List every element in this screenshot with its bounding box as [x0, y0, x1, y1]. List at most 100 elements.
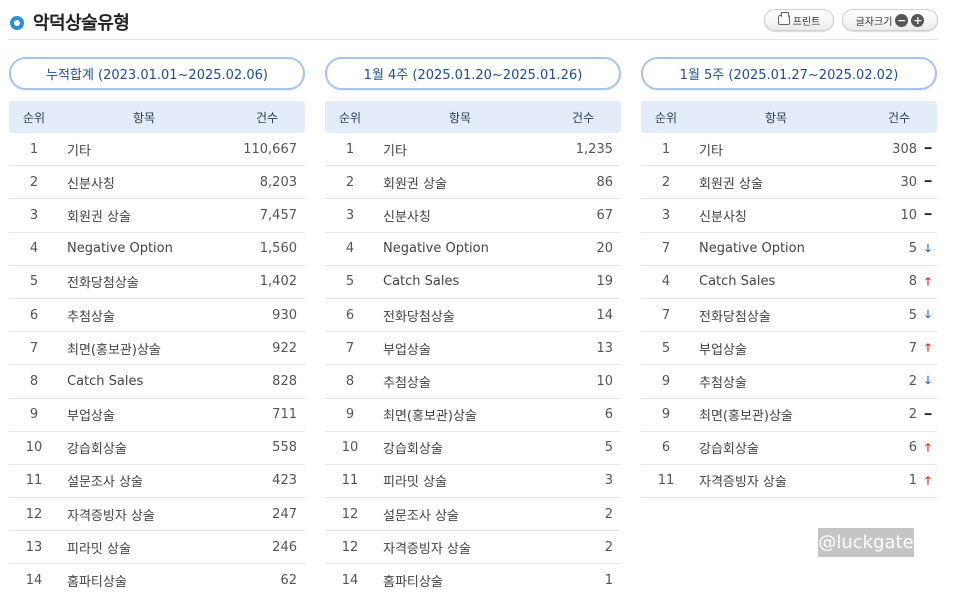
- font-decrease-icon[interactable]: −: [895, 13, 909, 27]
- row-item: Negative Option: [383, 241, 489, 257]
- row-count: 1,235: [575, 141, 613, 157]
- row-item: 신분사칭: [699, 209, 747, 225]
- row-rank: 10: [25, 440, 43, 456]
- trend-down-icon: 🡓: [925, 308, 931, 322]
- row-item: 강습회상술: [383, 442, 443, 458]
- table-row: 3 신분사칭 67: [325, 199, 621, 233]
- row-count: 6: [908, 440, 917, 456]
- row-item: 강습회상술: [699, 442, 759, 458]
- row-rank: 11: [341, 473, 359, 489]
- row-count: 30: [900, 174, 917, 190]
- row-count-cell: 711: [229, 407, 305, 422]
- trend-down-icon: 🡓: [925, 374, 931, 388]
- table-row: 5 부업상술 7 🡑: [641, 332, 937, 366]
- row-item: 전화당첨상술: [383, 309, 455, 325]
- row-item: 신분사칭: [67, 176, 115, 192]
- row-item: Catch Sales: [699, 274, 776, 290]
- row-count: 20: [596, 241, 613, 257]
- row-count: 1: [604, 573, 613, 589]
- row-rank: 12: [341, 539, 359, 555]
- row-count-cell: 62: [229, 573, 305, 588]
- row-count: 6: [604, 407, 613, 423]
- table-row: 9 부업상술 711: [9, 399, 305, 432]
- row-rank: 9: [661, 407, 671, 423]
- row-count-cell: 67: [545, 208, 621, 223]
- row-count: 930: [272, 307, 297, 323]
- row-count: 423: [272, 473, 297, 489]
- row-item: 부업상술: [383, 342, 431, 358]
- table-row: 14 홈파티상술 62: [9, 564, 305, 597]
- row-count: 5: [604, 440, 613, 456]
- column-item-header: 항목: [448, 110, 472, 125]
- row-count: 5: [908, 241, 917, 257]
- row-item: 부업상술: [699, 342, 747, 358]
- table-row: 5 Catch Sales 19: [325, 266, 621, 299]
- row-item: 설문조사 상술: [67, 475, 143, 491]
- row-count: 10: [900, 207, 917, 223]
- row-count: 14: [596, 307, 613, 323]
- row-count-cell: 1 🡑: [861, 473, 937, 488]
- row-rank: 6: [29, 307, 39, 323]
- table-row: 11 피라밋 상술 3: [325, 465, 621, 499]
- row-item: 자격증빙자 상술: [67, 508, 155, 524]
- period-header: 1월 4주 (2025.01.20~2025.01.26): [325, 57, 621, 90]
- row-count: 62: [280, 573, 297, 589]
- row-item: 자격증빙자 상술: [699, 475, 787, 491]
- table-row: 8 추첨상술 10: [325, 365, 621, 399]
- row-count-cell: 86: [545, 175, 621, 190]
- row-item: Catch Sales: [67, 373, 144, 389]
- row-rank: 7: [661, 307, 671, 323]
- row-item: 피라밋 상술: [67, 541, 131, 557]
- table-row: 12 자격증빙자 상술 247: [9, 498, 305, 532]
- row-rank: 13: [25, 539, 43, 555]
- font-size-label: 글자크기: [855, 16, 893, 28]
- row-item: 신분사칭: [383, 209, 431, 225]
- row-count-cell: 6 🡑: [861, 440, 937, 455]
- table-row: 5 전화당첨상술 1,402: [9, 266, 305, 299]
- row-rank: 7: [29, 340, 39, 356]
- row-item: Negative Option: [67, 241, 173, 257]
- row-rank: 2: [661, 174, 671, 190]
- row-count-cell: 246: [229, 540, 305, 555]
- table-row: 12 자격증빙자 상술 2: [325, 531, 621, 565]
- row-item: 전화당첨상술: [67, 276, 139, 292]
- row-count-cell: 2 ━: [861, 407, 937, 422]
- row-count: 828: [272, 373, 297, 389]
- row-count: 1: [908, 473, 917, 489]
- row-count-cell: 5: [545, 440, 621, 455]
- row-item: 부업상술: [67, 409, 115, 425]
- row-count: 2: [908, 373, 917, 389]
- row-item: 기타: [699, 143, 723, 159]
- column-rank-header: 순위: [654, 110, 678, 125]
- row-item: 회원권 상술: [67, 209, 131, 225]
- row-count: 13: [596, 340, 613, 356]
- row-rank: 1: [661, 141, 671, 157]
- row-count: 10: [596, 373, 613, 389]
- table-row: 2 신분사칭 8,203: [9, 166, 305, 200]
- table-row: 1 기타 1,235: [325, 133, 621, 167]
- column-rank-header: 순위: [22, 110, 46, 125]
- trend-up-icon: 🡑: [925, 274, 931, 288]
- row-rank: 11: [25, 473, 43, 489]
- row-count: 86: [596, 174, 613, 190]
- print-button[interactable]: 프린트: [764, 9, 834, 31]
- font-increase-icon[interactable]: +: [911, 13, 925, 27]
- page-title: 악덕상술유형: [33, 13, 130, 34]
- table-row: 9 최면(홍보관)상술 2 ━: [641, 399, 937, 432]
- row-count-cell: 828: [229, 374, 305, 389]
- table-row: 11 설문조사 상술 423: [9, 465, 305, 499]
- row-count: 5: [908, 307, 917, 323]
- ranking-panel: 1월 5주 (2025.01.27~2025.02.02) 순위 항목 건수 1 기타 30…: [641, 57, 937, 499]
- row-count-cell: 558: [229, 440, 305, 455]
- row-count: 2: [908, 407, 917, 423]
- column-count-header: 건수: [887, 110, 911, 125]
- row-rank: 5: [661, 340, 671, 356]
- font-size-control: 글자크기 − +: [842, 9, 938, 31]
- table-row: 10 강습회상술 558: [9, 432, 305, 465]
- trend-down-icon: 🡓: [925, 241, 931, 255]
- row-item: 추첨상술: [383, 375, 431, 391]
- table-row: 8 Catch Sales 828: [9, 365, 305, 399]
- table-row: 3 신분사칭 10 ━: [641, 199, 937, 233]
- table-row: 11 자격증빙자 상술 1 🡑: [641, 465, 937, 499]
- trend-up-icon: 🡑: [925, 473, 931, 487]
